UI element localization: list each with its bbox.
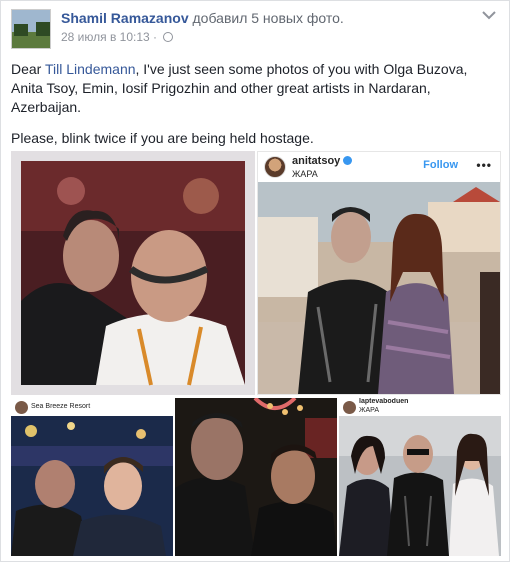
photo-5[interactable]: laptevaboduen ЖАРА — [339, 398, 501, 556]
author-avatar[interactable] — [11, 9, 51, 49]
post-message: Dear Till Lindemann, I've just seen some… — [11, 60, 491, 160]
photo-3-image — [11, 416, 173, 556]
author-name-link[interactable]: Shamil Ramazanov — [61, 10, 189, 26]
chevron-down-icon[interactable] — [481, 9, 497, 21]
post-paragraph-1: Dear Till Lindemann, I've just seen some… — [11, 60, 491, 117]
photo-3-avatar — [15, 400, 28, 414]
photo-5-header: laptevaboduen ЖАРА — [339, 398, 501, 416]
globe-icon[interactable] — [163, 32, 174, 42]
post-header: Shamil Ramazanov добавил 5 новых фото. — [61, 10, 344, 26]
instagram-username: anitatsoy — [292, 155, 353, 167]
photo-grid: anitatsoy ЖАРА Follow ••• Sea Breeze Res… — [11, 151, 501, 556]
post-action-text: добавил 5 новых фото. — [192, 10, 344, 26]
instagram-location: ЖАРА — [292, 169, 318, 179]
post-timestamp[interactable]: 28 июля в 10:13 · — [61, 30, 157, 44]
post-text-prefix: Dear — [11, 61, 45, 77]
photo-3[interactable]: Sea Breeze Resort — [11, 398, 173, 556]
photo-5-avatar — [343, 400, 356, 414]
instagram-header: anitatsoy ЖАРА Follow ••• — [258, 152, 500, 182]
photo-2[interactable]: anitatsoy ЖАРА Follow ••• — [257, 151, 501, 395]
photo-5-username: laptevaboduen — [359, 398, 409, 405]
more-options-icon: ••• — [476, 158, 492, 172]
post-paragraph-2: Please, blink twice if you are being hel… — [11, 130, 314, 146]
photo-3-header: Sea Breeze Resort — [11, 398, 173, 416]
photo-1-image — [11, 151, 255, 395]
post-timestamp-row: 28 июля в 10:13 · — [61, 30, 174, 44]
instagram-avatar — [264, 156, 286, 178]
verified-badge-icon — [343, 156, 353, 165]
photo-4[interactable] — [175, 398, 337, 556]
photo-5-image — [339, 416, 501, 556]
instagram-follow-button: Follow — [423, 159, 458, 171]
mention-link[interactable]: Till Lindemann — [45, 61, 136, 77]
photo-2-image — [258, 182, 500, 394]
facebook-post: Shamil Ramazanov добавил 5 новых фото. 2… — [0, 0, 510, 562]
photo-4-image — [175, 398, 337, 556]
photo-1[interactable] — [11, 151, 255, 395]
photo-3-location: Sea Breeze Resort — [31, 403, 91, 410]
photo-5-location: ЖАРА — [359, 407, 380, 414]
